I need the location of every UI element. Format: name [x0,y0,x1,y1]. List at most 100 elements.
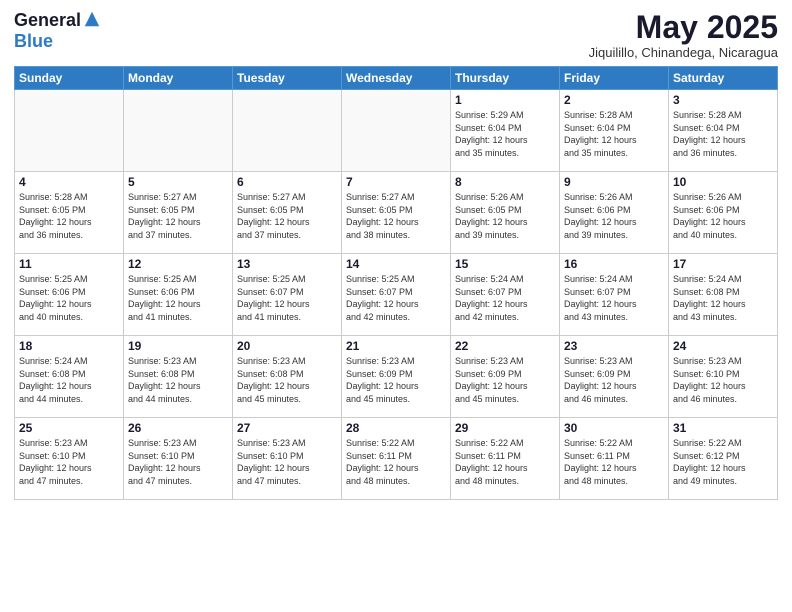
day-number: 6 [237,175,337,189]
location-subtitle: Jiquilillo, Chinandega, Nicaragua [589,45,778,60]
day-number: 22 [455,339,555,353]
day-info: Sunrise: 5:25 AM Sunset: 6:07 PM Dayligh… [237,273,337,323]
day-number: 28 [346,421,446,435]
calendar-cell: 14 Sunrise: 5:25 AM Sunset: 6:07 PM Dayli… [342,254,451,336]
month-title: May 2025 [589,10,778,45]
day-number: 17 [673,257,773,271]
weekday-header-friday: Friday [560,67,669,90]
weekday-header-sunday: Sunday [15,67,124,90]
day-info: Sunrise: 5:25 AM Sunset: 6:07 PM Dayligh… [346,273,446,323]
day-number: 12 [128,257,228,271]
day-number: 27 [237,421,337,435]
day-number: 31 [673,421,773,435]
day-info: Sunrise: 5:23 AM Sunset: 6:10 PM Dayligh… [237,437,337,487]
calendar-cell [15,90,124,172]
title-block: May 2025 Jiquilillo, Chinandega, Nicarag… [589,10,778,60]
calendar-cell: 24 Sunrise: 5:23 AM Sunset: 6:10 PM Dayli… [669,336,778,418]
day-info: Sunrise: 5:28 AM Sunset: 6:04 PM Dayligh… [564,109,664,159]
calendar-cell: 26 Sunrise: 5:23 AM Sunset: 6:10 PM Dayli… [124,418,233,500]
day-number: 24 [673,339,773,353]
calendar-week-1: 1 Sunrise: 5:29 AM Sunset: 6:04 PM Daylig… [15,90,778,172]
day-number: 15 [455,257,555,271]
day-info: Sunrise: 5:24 AM Sunset: 6:07 PM Dayligh… [564,273,664,323]
calendar-cell: 12Sunrise: 5:25 AM Sunset: 6:06 PM Dayli… [124,254,233,336]
day-number: 29 [455,421,555,435]
day-number: 1 [455,93,555,107]
day-info: Sunrise: 5:26 AM Sunset: 6:05 PM Dayligh… [455,191,555,241]
weekday-header-thursday: Thursday [451,67,560,90]
day-number: 16 [564,257,664,271]
calendar-cell: 7 Sunrise: 5:27 AM Sunset: 6:05 PM Daylig… [342,172,451,254]
calendar-cell: 2 Sunrise: 5:28 AM Sunset: 6:04 PM Daylig… [560,90,669,172]
calendar-cell: 22 Sunrise: 5:23 AM Sunset: 6:09 PM Dayli… [451,336,560,418]
calendar-week-3: 11 Sunrise: 5:25 AM Sunset: 6:06 PM Dayli… [15,254,778,336]
logo: General Blue [14,10,101,52]
day-info: Sunrise: 5:26 AM Sunset: 6:06 PM Dayligh… [673,191,773,241]
day-info: Sunrise: 5:23 AM Sunset: 6:10 PM Dayligh… [673,355,773,405]
day-info: Sunrise: 5:26 AM Sunset: 6:06 PM Dayligh… [564,191,664,241]
day-info: Sunrise: 5:27 AM Sunset: 6:05 PM Dayligh… [346,191,446,241]
day-info: Sunrise: 5:23 AM Sunset: 6:08 PM Dayligh… [237,355,337,405]
calendar-week-4: 18 Sunrise: 5:24 AM Sunset: 6:08 PM Dayli… [15,336,778,418]
day-number: 18 [19,339,119,353]
weekday-header-saturday: Saturday [669,67,778,90]
day-number: 25 [19,421,119,435]
calendar-cell: 19 Sunrise: 5:23 AM Sunset: 6:08 PM Dayli… [124,336,233,418]
calendar-cell: 9Sunrise: 5:26 AM Sunset: 6:06 PM Daylig… [560,172,669,254]
day-info: Sunrise: 5:29 AM Sunset: 6:04 PM Dayligh… [455,109,555,159]
calendar-cell: 11 Sunrise: 5:25 AM Sunset: 6:06 PM Dayli… [15,254,124,336]
day-info: Sunrise: 5:22 AM Sunset: 6:12 PM Dayligh… [673,437,773,487]
day-info: Sunrise: 5:23 AM Sunset: 6:10 PM Dayligh… [128,437,228,487]
day-info: Sunrise: 5:24 AM Sunset: 6:08 PM Dayligh… [673,273,773,323]
day-info: Sunrise: 5:25 AM Sunset: 6:06 PM Dayligh… [19,273,119,323]
day-info: Sunrise: 5:22 AM Sunset: 6:11 PM Dayligh… [455,437,555,487]
day-info: Sunrise: 5:23 AM Sunset: 6:08 PM Dayligh… [128,355,228,405]
day-number: 21 [346,339,446,353]
day-number: 30 [564,421,664,435]
calendar-cell: 6 Sunrise: 5:27 AM Sunset: 6:05 PM Daylig… [233,172,342,254]
day-info: Sunrise: 5:28 AM Sunset: 6:05 PM Dayligh… [19,191,119,241]
calendar-cell: 18 Sunrise: 5:24 AM Sunset: 6:08 PM Dayli… [15,336,124,418]
day-info: Sunrise: 5:27 AM Sunset: 6:05 PM Dayligh… [128,191,228,241]
day-number: 11 [19,257,119,271]
calendar-cell: 31 Sunrise: 5:22 AM Sunset: 6:12 PM Dayli… [669,418,778,500]
day-number: 20 [237,339,337,353]
logo-general-text: General [14,10,81,31]
day-number: 13 [237,257,337,271]
calendar-cell [233,90,342,172]
calendar-cell: 8Sunrise: 5:26 AM Sunset: 6:05 PM Daylig… [451,172,560,254]
day-number: 7 [346,175,446,189]
day-info: Sunrise: 5:23 AM Sunset: 6:09 PM Dayligh… [346,355,446,405]
calendar-week-2: 4 Sunrise: 5:28 AM Sunset: 6:05 PM Daylig… [15,172,778,254]
calendar-cell: 25Sunrise: 5:23 AM Sunset: 6:10 PM Dayli… [15,418,124,500]
day-number: 4 [19,175,119,189]
day-info: Sunrise: 5:22 AM Sunset: 6:11 PM Dayligh… [564,437,664,487]
calendar-cell: 20 Sunrise: 5:23 AM Sunset: 6:08 PM Dayli… [233,336,342,418]
day-number: 26 [128,421,228,435]
weekday-header-wednesday: Wednesday [342,67,451,90]
weekday-header-monday: Monday [124,67,233,90]
day-info: Sunrise: 5:24 AM Sunset: 6:07 PM Dayligh… [455,273,555,323]
calendar-cell: 29 Sunrise: 5:22 AM Sunset: 6:11 PM Dayli… [451,418,560,500]
day-number: 2 [564,93,664,107]
day-number: 3 [673,93,773,107]
calendar-cell: 21 Sunrise: 5:23 AM Sunset: 6:09 PM Dayli… [342,336,451,418]
day-number: 14 [346,257,446,271]
day-info: Sunrise: 5:22 AM Sunset: 6:11 PM Dayligh… [346,437,446,487]
calendar-cell [342,90,451,172]
day-info: Sunrise: 5:27 AM Sunset: 6:05 PM Dayligh… [237,191,337,241]
day-number: 10 [673,175,773,189]
day-number: 19 [128,339,228,353]
calendar-cell: 5 Sunrise: 5:27 AM Sunset: 6:05 PM Daylig… [124,172,233,254]
calendar-cell: 28 Sunrise: 5:22 AM Sunset: 6:11 PM Dayli… [342,418,451,500]
day-info: Sunrise: 5:23 AM Sunset: 6:09 PM Dayligh… [455,355,555,405]
calendar-table: SundayMondayTuesdayWednesdayThursdayFrid… [14,66,778,500]
day-info: Sunrise: 5:23 AM Sunset: 6:09 PM Dayligh… [564,355,664,405]
calendar-cell: 10 Sunrise: 5:26 AM Sunset: 6:06 PM Dayli… [669,172,778,254]
page: General Blue May 2025 Jiquilillo, Chinan… [0,0,792,612]
logo-icon [83,10,101,28]
day-number: 5 [128,175,228,189]
day-info: Sunrise: 5:24 AM Sunset: 6:08 PM Dayligh… [19,355,119,405]
calendar-cell [124,90,233,172]
logo-blue-text: Blue [14,31,53,52]
